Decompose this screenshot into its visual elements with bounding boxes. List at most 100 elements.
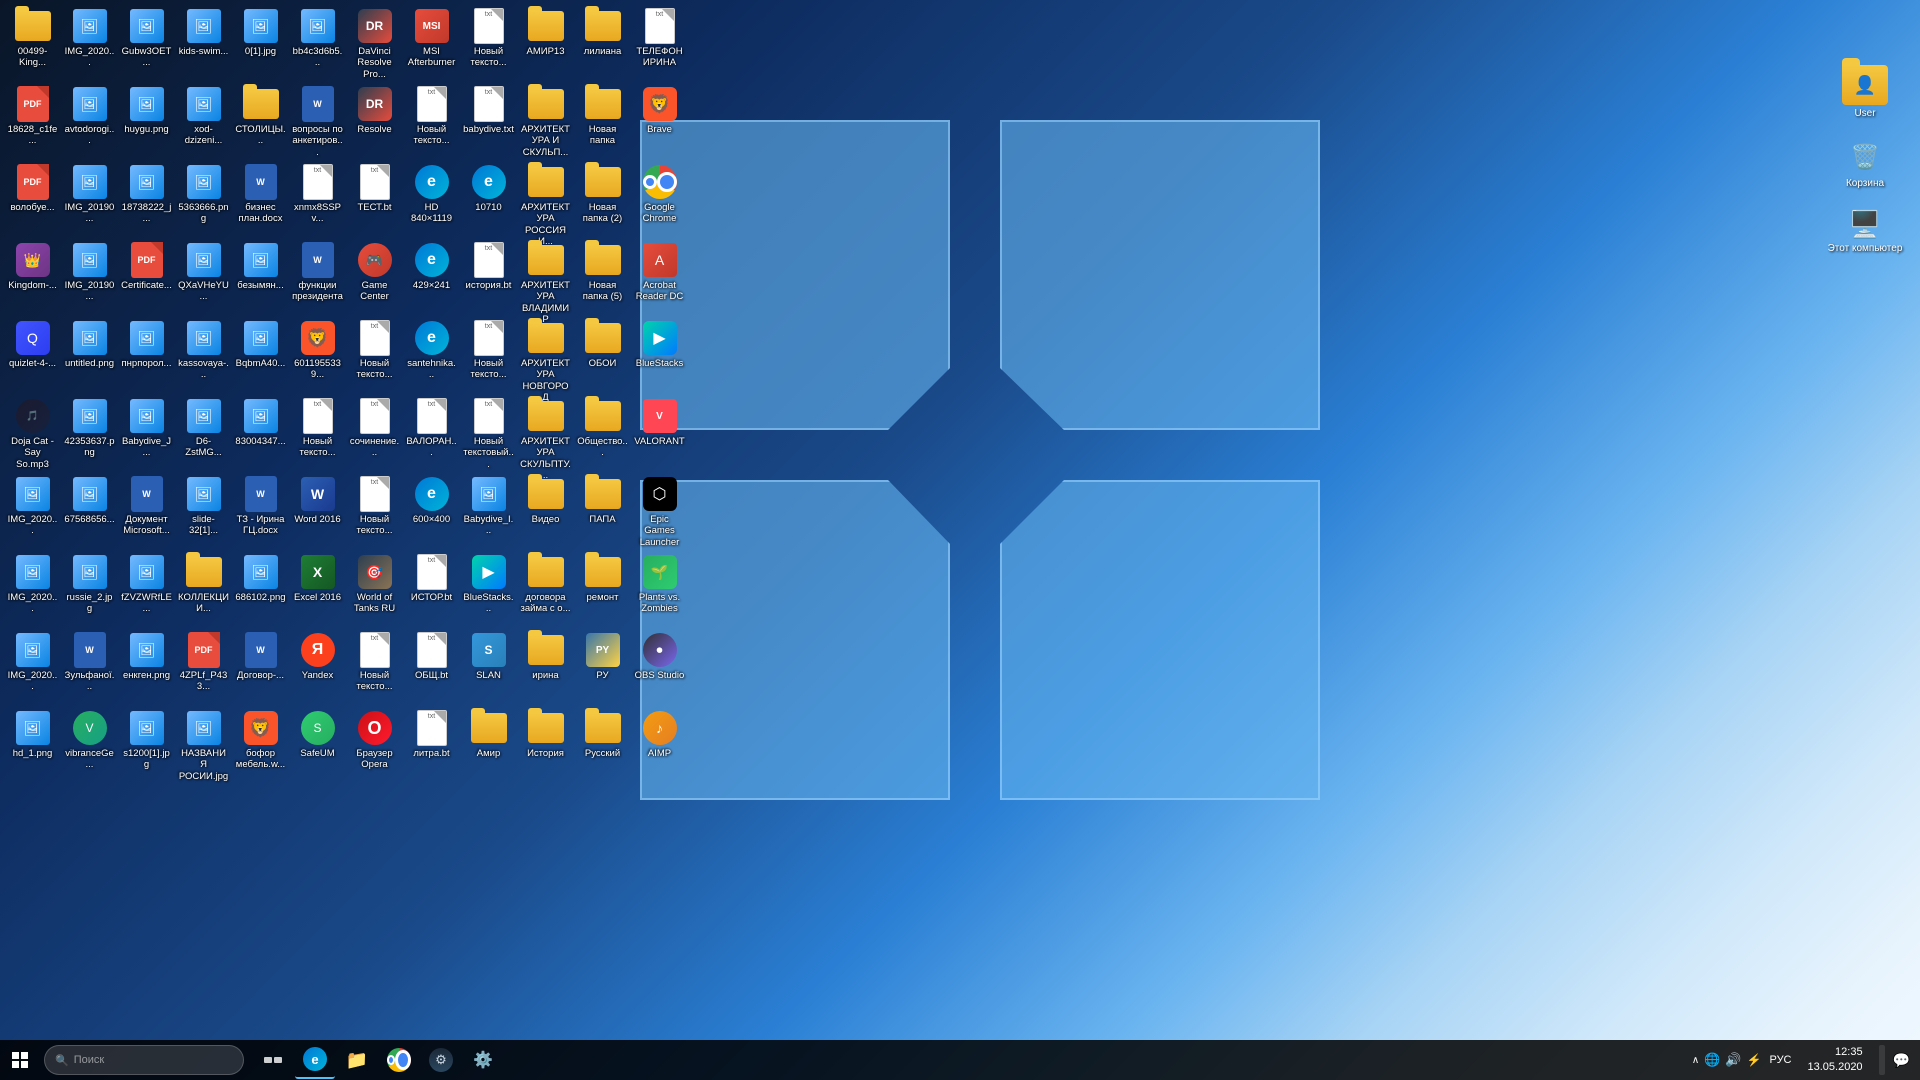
desktop-icon-истор.bt[interactable]: txt ИСТОР.bt (404, 551, 459, 606)
desktop-icon-зульфанои[interactable]: W Зульфаної... (62, 629, 117, 696)
language-indicator[interactable]: РУС (1769, 1054, 1791, 1066)
desktop-icon-валоран[interactable]: txt ВАЛОРАН... (404, 395, 459, 462)
desktop-icon-папа[interactable]: ПАПА (575, 473, 630, 528)
desktop-icon-пнрпорол[interactable]: 🖼 пнрпорол... (119, 317, 174, 372)
desktop-icon-вопросы-по-анкетировании[interactable]: W вопросы по анкетиров... (290, 83, 345, 161)
desktop-icon-xnmx8sspv[interactable]: txt xnmx8SSPv... (290, 161, 345, 228)
desktop-icon-obs-studio[interactable]: ⏺ OBS Studio (632, 629, 687, 684)
desktop-icon-новый-тексто3[interactable]: txt Новый тексто... (347, 317, 402, 384)
desktop-icon-d6-zstmg[interactable]: 🖼 D6-ZstMG... (176, 395, 231, 462)
desktop-icon-00499-king[interactable]: 00499-King... (5, 5, 60, 72)
desktop-icon-тест.bt[interactable]: txt ТЕСТ.bt (347, 161, 402, 216)
recycle-bin-icon[interactable]: 🗑️ Корзина (1820, 134, 1910, 194)
desktop-icon-fzvzwrfle[interactable]: 🖼 fZVZWRfLE... (119, 551, 174, 618)
desktop-icon-slan[interactable]: S SLAN (461, 629, 516, 684)
desktop-icon-img_2020[interactable]: 🖼 IMG_2020... (62, 5, 117, 72)
desktop-icon-архитектура-владимир[interactable]: АРХИТЕКТУРА ВЛАДИМИР (518, 239, 573, 329)
desktop-icon-bluestacks[interactable]: ▶ BlueStacks (632, 317, 687, 372)
desktop-icon-новый-текстовый[interactable]: txt Новый тексто... (461, 5, 516, 72)
desktop-icon-русский[interactable]: Русский (575, 707, 630, 762)
desktop-icon-архитектура-россия-и[interactable]: АРХИТЕКТУРА РОССИЯ И... (518, 161, 573, 251)
desktop-icon-5363666.png[interactable]: 🖼 5363666.png (176, 161, 231, 228)
desktop-icon-msi-afterburner[interactable]: MSI MSI Afterburner (404, 5, 459, 72)
tray-expand[interactable]: ∧ (1692, 1055, 1699, 1066)
desktop-icon-kids-swim[interactable]: 🖼 kids-swim... (176, 5, 231, 60)
desktop-icon-коллекции[interactable]: КОЛЛЕКЦИИ... (176, 551, 231, 618)
desktop-icon-литра.bt[interactable]: txt литра.bt (404, 707, 459, 762)
start-button[interactable] (0, 1040, 40, 1080)
desktop-icon-история[interactable]: История (518, 707, 573, 762)
desktop-icon-img_20200[interactable]: 🖼 IMG_2020... (5, 473, 60, 540)
desktop-icon-bluestacks2[interactable]: ▶ BlueStacks... (461, 551, 516, 618)
desktop-icon-babydive.txt[interactable]: txt babydive.txt (461, 83, 516, 138)
desktop-icon-santehnika[interactable]: e santehnika... (404, 317, 459, 384)
desktop-icon-img_201902[interactable]: 🖼 IMG_20190... (62, 239, 117, 306)
desktop-icon-6011955339[interactable]: 🦁 6011955339... (290, 317, 345, 384)
taskbar-edge[interactable]: e (295, 1041, 335, 1079)
desktop-icon-новая-папка-2[interactable]: Новая папка (2) (575, 161, 630, 228)
taskbar-chrome[interactable] (379, 1041, 419, 1079)
desktop-icon-договора-займа-с-о[interactable]: договора займа с о... (518, 551, 573, 618)
desktop-icon-plants-vs-zombies[interactable]: 🌱 Plants vs. Zombies (632, 551, 687, 618)
desktop-icon-безымян[interactable]: 🖼 безымян... (233, 239, 288, 294)
desktop-icon-doja-cat[interactable]: 🎵 Doja Cat - Say So.mp3 (5, 395, 60, 473)
taskbar-steam[interactable]: ⚙ (421, 1041, 461, 1079)
desktop-icon-столицы[interactable]: СТОЛИЦЫ... (233, 83, 288, 150)
desktop-icon-42353637.png[interactable]: 🖼 42353637.png (62, 395, 117, 462)
desktop-icon-valorant[interactable]: V VALORANT (632, 395, 687, 450)
desktop-icon-babydive_i[interactable]: 🖼 Babydive_I... (461, 473, 516, 540)
desktop-icon-67568656[interactable]: 🖼 67568656... (62, 473, 117, 528)
taskbar-explorer[interactable]: 📁 (337, 1041, 377, 1079)
desktop-icon-амир13[interactable]: АМИР13 (518, 5, 573, 60)
desktop-icon-обои[interactable]: ОБОИ (575, 317, 630, 372)
desktop-icon-названия-росии.jpg[interactable]: 🖼 НАЗВАНИЯ РОСИИ.jpg (176, 707, 231, 785)
desktop-icon-архитектура-скульпту[interactable]: АРХИТЕКТУРА СКУЛЬПТУ... (518, 395, 573, 485)
desktop-icon-енкген.png[interactable]: 🖼 енкген.png (119, 629, 174, 684)
desktop-icon-resolve[interactable]: DR Resolve (347, 83, 402, 138)
desktop-icon-телефон-ирина[interactable]: txt ТЕЛЕФОН ИРИНА (632, 5, 687, 72)
desktop-icon-img_202001[interactable]: 🖼 IMG_2020... (5, 551, 60, 618)
tray-battery[interactable]: ⚡ (1747, 1053, 1762, 1067)
desktop-icon-game-center[interactable]: 🎮 Game Center (347, 239, 402, 306)
show-desktop-button[interactable] (1879, 1045, 1885, 1075)
desktop-icon-0[1].jpg[interactable]: 🖼 0[1].jpg (233, 5, 288, 60)
desktop-icon-видео[interactable]: Видео (518, 473, 573, 528)
desktop-icon-браузер-opera[interactable]: O Браузер Opera (347, 707, 402, 774)
desktop-icon-бизнес-план.docx[interactable]: W бизнес план.docx (233, 161, 288, 228)
desktop-icon-kassovaya[interactable]: 🖼 kassovaya-... (176, 317, 231, 384)
desktop-icon-общ.bt[interactable]: txt ОБЩ.bt (404, 629, 459, 684)
tray-network[interactable]: 🌐 (1704, 1052, 1720, 1068)
desktop-icon-avtodorogi[interactable]: 🖼 avtodorogi... (62, 83, 117, 150)
taskview-button[interactable] (253, 1041, 293, 1079)
desktop-icon-xod-dzizeni[interactable]: 🖼 xod-dzizeni... (176, 83, 231, 150)
desktop-icon-сочинение[interactable]: txt сочинение... (347, 395, 402, 462)
desktop-icon-untitled.png[interactable]: 🖼 untitled.png (62, 317, 117, 372)
desktop-icon-новый-тексто2[interactable]: txt Новый тексто... (404, 83, 459, 150)
desktop-icon-word-2016[interactable]: W Word 2016 (290, 473, 345, 528)
desktop-icon-excel-2016[interactable]: X Excel 2016 (290, 551, 345, 606)
clock[interactable]: 12:35 13.05.2020 (1800, 1045, 1871, 1076)
desktop-icon-амир[interactable]: Амир (461, 707, 516, 762)
desktop-icon-bqbma40[interactable]: 🖼 BqbmA40... (233, 317, 288, 372)
desktop-icon-10710[interactable]: e 10710 (461, 161, 516, 216)
tray-volume[interactable]: 🔊 (1725, 1052, 1741, 1068)
desktop-icon-img_20190[interactable]: 🖼 IMG_20190... (62, 161, 117, 228)
desktop-icon-429x241[interactable]: e 429×241 (404, 239, 459, 294)
desktop-icon-davinci-resolve-pro[interactable]: DR DaVinci Resolve Pro... (347, 5, 402, 83)
desktop-icon-новый-текстовый[interactable]: txt Новый текстовый... (461, 395, 516, 473)
desktop-icon-600x400[interactable]: e 600×400 (404, 473, 459, 528)
desktop-icon-83004347[interactable]: 🖼 83004347... (233, 395, 288, 450)
desktop-icon-world-of-tanks-ru[interactable]: 🎯 World of Tanks RU (347, 551, 402, 618)
desktop-icon-gubw3oet[interactable]: 🖼 Gubw3OET... (119, 5, 174, 72)
desktop-icon-новый-тексто5[interactable]: txt Новый тексто... (290, 395, 345, 462)
desktop-icon-новый-тексто7[interactable]: txt Новый тексто... (347, 629, 402, 696)
desktop-icon-4zplf_p433[interactable]: PDF 4ZPLf_P433... (176, 629, 231, 696)
desktop-icon-img_202002[interactable]: 🖼 IMG_2020... (5, 629, 60, 696)
desktop-icon-hd_1.png[interactable]: 🖼 hd_1.png (5, 707, 60, 762)
desktop-icon-архитектура-новгород[interactable]: АРХИТЕКТУРА НОВГОРОД (518, 317, 573, 407)
desktop-icon-18738222[interactable]: 🖼 18738222_j... (119, 161, 174, 228)
desktop-icon-ремонт[interactable]: ремонт (575, 551, 630, 606)
desktop-icon-ирина[interactable]: ирина (518, 629, 573, 684)
desktop-icon-quizlet-4[interactable]: Q quizlet-4-... (5, 317, 60, 372)
taskbar-settings[interactable]: ⚙️ (463, 1041, 503, 1079)
